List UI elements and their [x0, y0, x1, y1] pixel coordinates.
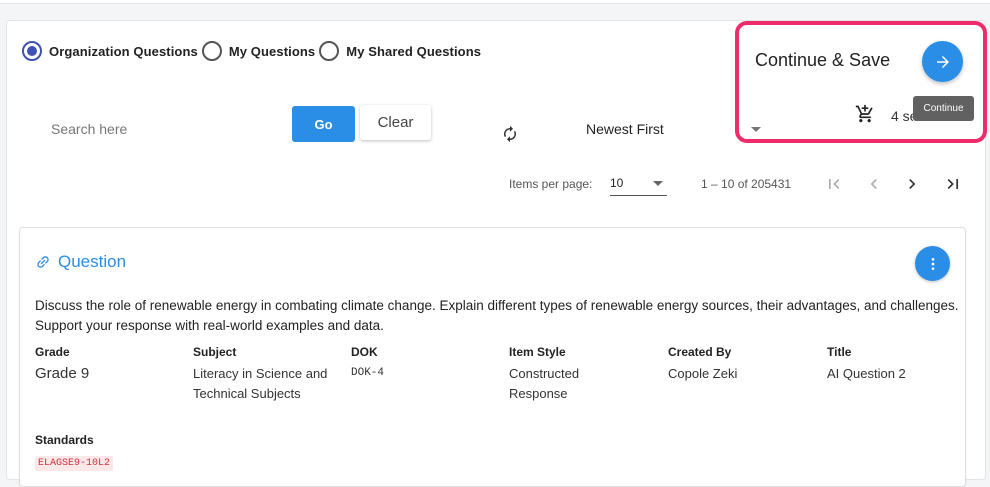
- meta-item-style: Item Style Constructed Response: [509, 345, 639, 403]
- sort-select[interactable]: Newest First: [586, 121, 664, 137]
- meta-created-by: Created By Copole Zeki: [668, 345, 808, 384]
- continue-tooltip: Continue: [913, 96, 974, 121]
- meta-value: DOK-4: [351, 367, 385, 379]
- pagination-range: 1 – 10 of 205431: [701, 177, 792, 191]
- continue-highlight-box: [735, 21, 987, 143]
- meta-label: Subject: [193, 345, 237, 359]
- question-scope-radio-group: Organization Questions My Questions My S…: [22, 41, 485, 61]
- meta-value: Copole Zeki: [668, 366, 738, 381]
- meta-label: DOK: [351, 345, 378, 359]
- radio-unselected-icon: [319, 41, 340, 61]
- standard-chip: ELAGSE9-10L2: [35, 456, 114, 471]
- meta-label: Title: [827, 345, 852, 359]
- meta-title: Title AI Question 2: [827, 345, 957, 384]
- radio-organization-questions[interactable]: Organization Questions: [22, 41, 198, 61]
- meta-subject: Subject Literacy in Science and Technica…: [193, 345, 333, 403]
- chevron-left-icon: [870, 179, 877, 189]
- meta-label: Item Style: [509, 345, 566, 359]
- question-text: Discuss the role of renewable energy in …: [35, 298, 959, 333]
- last-page-icon: [947, 179, 958, 189]
- go-button[interactable]: Go: [292, 106, 355, 142]
- first-page-button[interactable]: [824, 174, 844, 194]
- meta-grade: Grade Grade 9: [35, 345, 175, 384]
- radio-label: Organization Questions: [49, 43, 198, 59]
- clear-button[interactable]: Clear: [360, 105, 431, 140]
- question-title: Question: [58, 252, 127, 271]
- continue-button[interactable]: [922, 41, 963, 82]
- meta-label: Grade: [35, 345, 70, 359]
- radio-unselected-icon: [201, 41, 222, 61]
- items-per-page-select[interactable]: 10: [610, 176, 667, 196]
- top-bar-edge: [0, 0, 990, 4]
- radio-my-shared-questions[interactable]: My Shared Questions: [319, 41, 481, 61]
- radio-selected-icon: [22, 41, 42, 61]
- radio-my-questions[interactable]: My Questions: [201, 41, 316, 61]
- meta-value: Constructed Response: [509, 366, 580, 401]
- continue-and-save-label: Continue & Save: [755, 50, 891, 70]
- arrow-right-icon: [936, 55, 949, 68]
- chevron-down-icon: [653, 181, 663, 186]
- items-per-page-label: Items per page:: [509, 177, 593, 191]
- meta-value: Grade 9: [35, 365, 90, 382]
- previous-page-button[interactable]: [864, 174, 884, 194]
- last-page-button[interactable]: [943, 174, 963, 194]
- question-more-button[interactable]: [915, 246, 950, 281]
- radio-label: My Shared Questions: [346, 43, 482, 59]
- items-per-page-value: 10: [610, 176, 624, 190]
- first-page-icon: [829, 179, 840, 189]
- search-input[interactable]: [40, 113, 280, 145]
- radio-label: My Questions: [228, 43, 316, 59]
- link-icon[interactable]: [35, 254, 51, 270]
- next-page-button[interactable]: [902, 174, 922, 194]
- meta-dok: DOK DOK-4: [351, 345, 491, 384]
- refresh-icon[interactable]: [501, 125, 519, 143]
- chevron-right-icon: [909, 179, 916, 189]
- meta-label: Created By: [668, 345, 732, 359]
- meta-value: AI Question 2: [827, 366, 906, 381]
- standards-label: Standards: [35, 433, 94, 447]
- more-vert-icon: [931, 257, 934, 270]
- meta-value: Literacy in Science and Technical Subjec…: [193, 366, 328, 401]
